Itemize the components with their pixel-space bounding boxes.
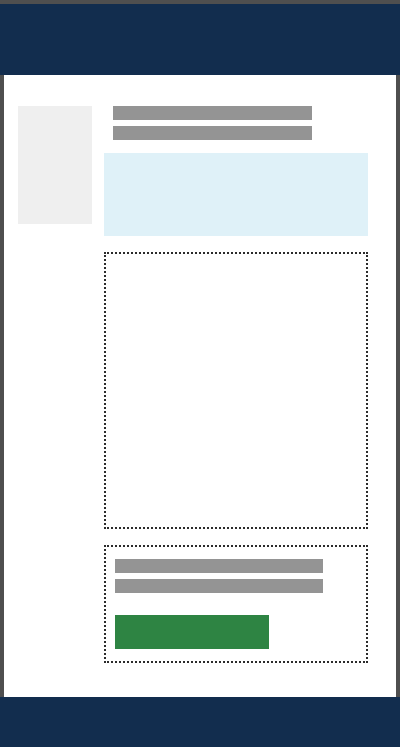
action-panel (104, 545, 368, 663)
main-content (4, 75, 396, 697)
action-panel-text-line (115, 579, 323, 593)
subtitle-placeholder-line (113, 126, 312, 140)
thumbnail-placeholder (18, 106, 92, 224)
action-panel-text-line (115, 559, 323, 573)
primary-action-button[interactable] (115, 615, 269, 649)
app-header (0, 4, 400, 75)
media-placeholder-box (104, 252, 368, 529)
title-placeholder-line (113, 106, 312, 120)
app-footer (0, 697, 400, 747)
info-banner (104, 153, 368, 236)
